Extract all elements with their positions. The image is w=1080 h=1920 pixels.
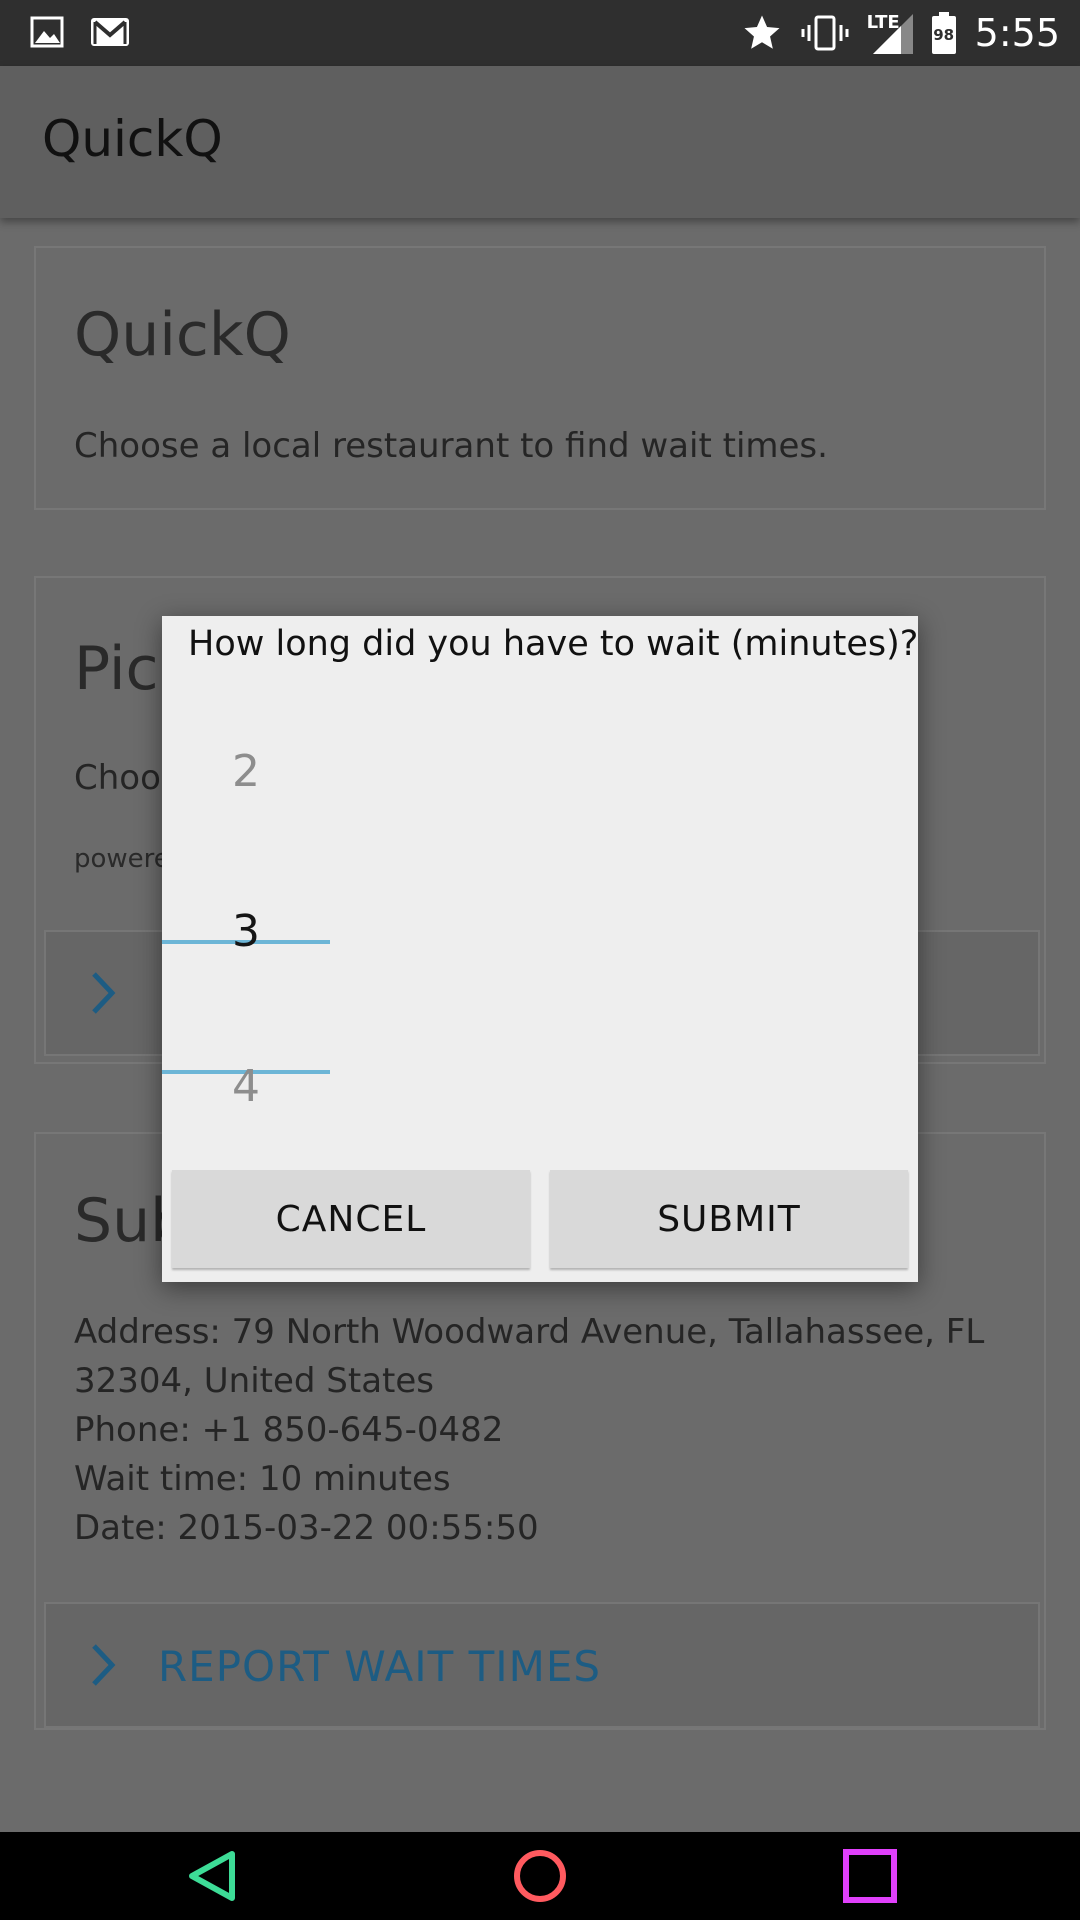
- chevron-right-icon: [92, 1644, 116, 1686]
- intro-card-title: QuickQ: [74, 300, 291, 370]
- battery-level: 98: [933, 26, 955, 44]
- picker-current-value[interactable]: 3: [162, 906, 330, 957]
- powered-by-label: powere: [74, 844, 170, 874]
- image-notification-icon: [30, 16, 64, 48]
- star-icon: [744, 15, 780, 49]
- intro-card-text: Choose a local restaurant to find wait t…: [74, 426, 828, 466]
- battery-icon: 98: [931, 12, 957, 54]
- vibrate-icon: [801, 15, 849, 51]
- report-wait-times-label: REPORT WAIT TIMES: [158, 1642, 602, 1691]
- restaurant-details: Address: 79 North Woodward Avenue, Talla…: [74, 1308, 984, 1553]
- dialog-title: How long did you have to wait (minutes)?: [188, 624, 919, 664]
- submit-button[interactable]: SUBMIT: [550, 1170, 908, 1268]
- wait-time-dialog: How long did you have to wait (minutes)?…: [162, 616, 918, 1282]
- picker-prev-value[interactable]: 2: [162, 746, 330, 797]
- picker-next-value[interactable]: 4: [162, 1061, 330, 1112]
- intro-card: QuickQ Choose a local restaurant to find…: [34, 246, 1046, 510]
- address-line-1: Address: 79 North Woodward Avenue, Talla…: [74, 1312, 985, 1352]
- address-line-2: 32304, United States: [74, 1361, 435, 1401]
- home-icon[interactable]: [510, 1846, 570, 1906]
- clock: 5:55: [974, 11, 1060, 55]
- minutes-number-picker[interactable]: 2 3 4: [162, 706, 330, 1166]
- report-wait-times-action[interactable]: REPORT WAIT TIMES: [44, 1602, 1040, 1728]
- lte-signal-icon: LTE: [867, 12, 913, 54]
- recent-apps-icon[interactable]: [840, 1846, 900, 1906]
- wait-time-line: Wait time: 10 minutes: [74, 1459, 451, 1499]
- phone-line: Phone: +1 850-645-0482: [74, 1410, 504, 1450]
- gmail-notification-icon: [91, 18, 129, 46]
- app-bar: QuickQ: [0, 66, 1080, 218]
- cancel-button[interactable]: CANCEL: [172, 1170, 530, 1268]
- chevron-right-icon: [92, 972, 116, 1014]
- navigation-bar: [0, 1832, 1080, 1920]
- app-title: QuickQ: [42, 110, 223, 168]
- status-bar: LTE 98 5:55: [0, 0, 1080, 66]
- date-line: Date: 2015-03-22 00:55:50: [74, 1508, 539, 1548]
- back-icon[interactable]: [182, 1846, 242, 1906]
